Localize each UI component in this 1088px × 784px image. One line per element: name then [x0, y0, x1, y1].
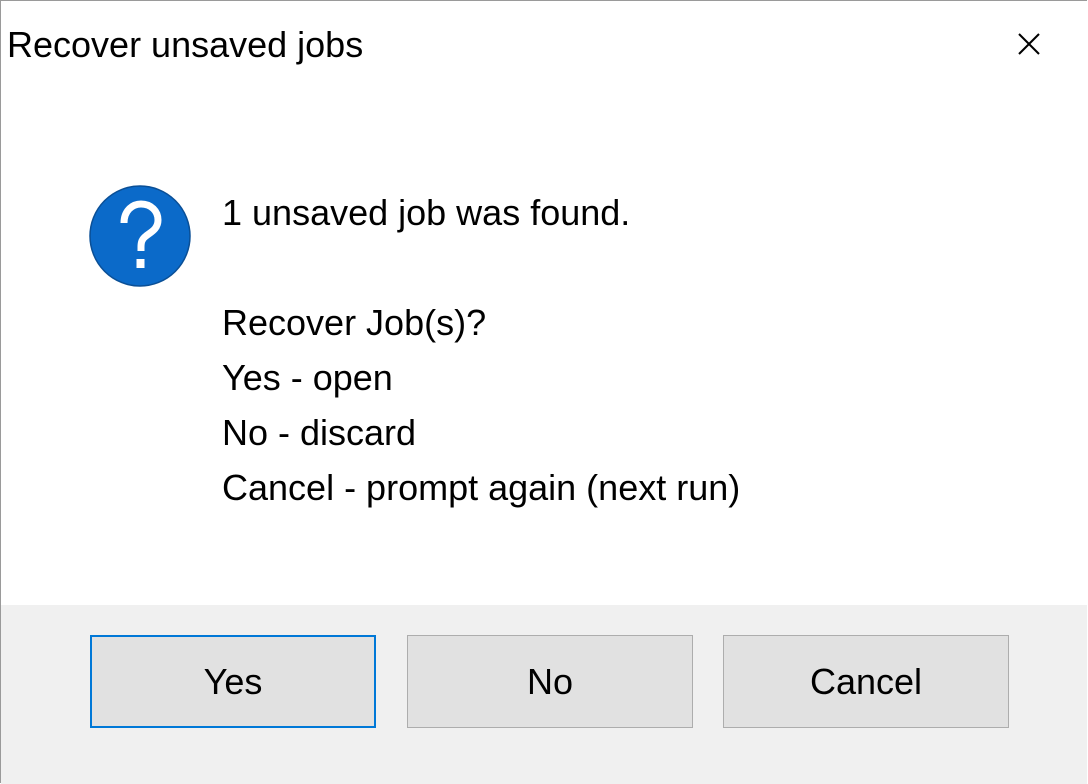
- question-icon: [89, 185, 191, 287]
- button-bar: Yes No Cancel: [1, 605, 1087, 784]
- message-option-cancel: Cancel - prompt again (next run): [222, 467, 741, 508]
- cancel-button[interactable]: Cancel: [723, 635, 1009, 728]
- close-button[interactable]: [999, 21, 1059, 67]
- message-question: Recover Job(s)?: [222, 302, 487, 343]
- message-option-yes: Yes - open: [222, 357, 393, 398]
- close-icon: [1018, 33, 1040, 55]
- recover-dialog: Recover unsaved jobs 1 unsaved job was f…: [0, 0, 1087, 784]
- no-button[interactable]: No: [407, 635, 693, 728]
- message-headline: 1 unsaved job was found.: [222, 192, 631, 233]
- message-option-no: No - discard: [222, 412, 417, 453]
- yes-button[interactable]: Yes: [90, 635, 376, 728]
- dialog-content: 1 unsaved job was found. Recover Job(s)?…: [1, 93, 1087, 605]
- message-text: 1 unsaved job was found. Recover Job(s)?…: [222, 185, 740, 515]
- dialog-title: Recover unsaved jobs: [7, 24, 364, 65]
- title-bar[interactable]: Recover unsaved jobs: [1, 1, 1087, 93]
